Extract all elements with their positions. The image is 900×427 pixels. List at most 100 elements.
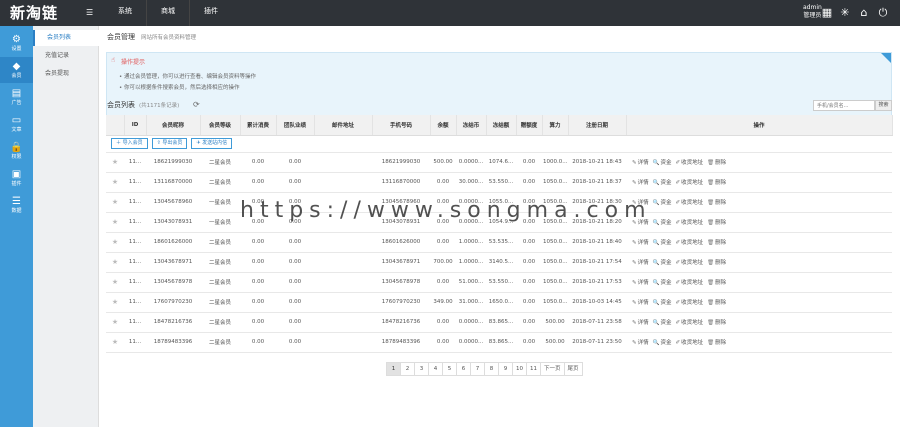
star-cell[interactable]: ★ (106, 312, 124, 333)
page-link[interactable]: 尾页 (563, 362, 583, 376)
row-action[interactable]: 🗑删除 (707, 258, 726, 266)
table-row[interactable]: ★ 11... 18478216736 二星会员 0.00 0.00 18478216736… (106, 312, 892, 333)
sidebar-item[interactable]: ▭ 文章 (0, 111, 33, 137)
sidebar-item[interactable]: ◆ 会员 (0, 57, 33, 83)
page-link[interactable]: 9 (498, 362, 513, 376)
star-cell[interactable]: ★ (106, 292, 124, 313)
table-row[interactable]: ★ 11... 17607970230 二星会员 0.00 0.00 17607970230… (106, 292, 892, 313)
row-action[interactable]: 🔍资金 (653, 198, 672, 206)
table-row[interactable]: ★ 11... 18789483396 二星会员 0.00 0.00 18789483396… (106, 332, 892, 353)
table-row[interactable]: ★ 11... 18601626000 二星会员 0.00 0.00 18601626000… (106, 232, 892, 253)
row-action[interactable]: 🔍资金 (653, 238, 672, 246)
sidebar-item[interactable]: 🔒 权限 (0, 138, 33, 164)
page-link[interactable]: 5 (442, 362, 457, 376)
star-cell[interactable]: ★ (106, 332, 124, 353)
search-input[interactable] (813, 100, 875, 111)
table-row[interactable]: ★ 11... 18621999030 二星会员 0.00 0.00 18621999030… (106, 152, 892, 173)
row-action[interactable]: 🔍资金 (653, 318, 672, 326)
row-action[interactable]: ✐收货地址 (676, 278, 704, 286)
row-action[interactable]: 🗑删除 (707, 158, 726, 166)
row-action[interactable]: ✎详情 (632, 158, 649, 166)
star-icon[interactable]: ★ (112, 318, 118, 326)
star-icon[interactable]: ★ (112, 218, 118, 226)
row-action[interactable]: 🗑删除 (707, 278, 726, 286)
page-link[interactable]: 1 (386, 362, 401, 376)
row-action[interactable]: 🔍资金 (653, 298, 672, 306)
row-action[interactable]: ✎详情 (632, 298, 649, 306)
toolbar-button[interactable]: ✈ 发送站内信 (191, 138, 233, 149)
star-icon[interactable]: ★ (112, 158, 118, 166)
row-action[interactable]: ✐收货地址 (676, 218, 704, 226)
star-cell[interactable]: ★ (106, 272, 124, 293)
sidebar-item[interactable]: ▣ 插件 (0, 165, 33, 191)
row-action[interactable]: ✎详情 (632, 178, 649, 186)
page-link[interactable]: 2 (400, 362, 415, 376)
row-action[interactable]: 🗑删除 (707, 198, 726, 206)
row-action[interactable]: ✐收货地址 (676, 318, 704, 326)
table-row[interactable]: ★ 11... 13045678978 二星会员 0.00 0.00 13045678978… (106, 272, 892, 293)
subnav-item[interactable]: 充值记录 (33, 48, 99, 64)
star-icon[interactable]: ★ (112, 298, 118, 306)
page-link[interactable]: 8 (484, 362, 499, 376)
star-cell[interactable]: ★ (106, 252, 124, 273)
subnav-item[interactable]: 会员提现 (33, 66, 99, 82)
sidebar-item[interactable]: ☰ 数据 (0, 192, 33, 218)
star-icon[interactable]: ★ (112, 338, 118, 346)
row-action[interactable]: ✐收货地址 (676, 178, 704, 186)
row-action[interactable]: 🔍资金 (653, 178, 672, 186)
star-cell[interactable]: ★ (106, 152, 124, 173)
row-action[interactable]: ✐收货地址 (676, 198, 704, 206)
table-row[interactable]: ★ 11... 13043678971 二星会员 0.00 0.00 13043678971… (106, 252, 892, 273)
row-action[interactable]: 🗑删除 (707, 178, 726, 186)
menu-toggle-icon[interactable]: ☰ (86, 9, 93, 17)
sidebar-item[interactable]: ⚙ 设置 (0, 30, 33, 56)
star-icon[interactable]: ★ (112, 278, 118, 286)
power-icon[interactable]: ⏻ (876, 6, 890, 20)
star-icon[interactable]: ★ (112, 238, 118, 246)
row-action[interactable]: ✐收货地址 (676, 238, 704, 246)
page-link[interactable]: 3 (414, 362, 429, 376)
star-cell[interactable]: ★ (106, 232, 124, 253)
toolbar-button[interactable]: ＋ 导入会员 (111, 138, 148, 149)
topnav-item[interactable]: 商城 (147, 0, 190, 26)
page-link[interactable]: 7 (470, 362, 485, 376)
settings-icon[interactable]: ✳ (838, 6, 852, 20)
row-action[interactable]: ✎详情 (632, 318, 649, 326)
row-action[interactable]: 🗑删除 (707, 238, 726, 246)
user-info[interactable]: admin 管理员 (803, 4, 822, 20)
home-icon[interactable]: ⌂ (857, 6, 871, 20)
star-icon[interactable]: ★ (112, 198, 118, 206)
refresh-icon[interactable]: ⟳ (193, 100, 200, 109)
star-cell[interactable]: ★ (106, 212, 124, 233)
qrcode-icon[interactable]: ▦ (820, 6, 834, 20)
page-link[interactable]: 4 (428, 362, 443, 376)
row-action[interactable]: ✐收货地址 (676, 298, 704, 306)
row-action[interactable]: 🗑删除 (707, 298, 726, 306)
row-action[interactable]: ✎详情 (632, 338, 649, 346)
page-link[interactable]: 10 (512, 362, 527, 376)
star-icon[interactable]: ★ (112, 258, 118, 266)
topnav-item[interactable]: 系统 (104, 0, 147, 26)
star-cell[interactable]: ★ (106, 172, 124, 193)
row-action[interactable]: ✐收货地址 (676, 258, 704, 266)
page-link[interactable]: 11 (526, 362, 541, 376)
page-link[interactable]: 6 (456, 362, 471, 376)
subnav-item[interactable]: 会员列表 (33, 30, 99, 46)
row-action[interactable]: 🔍资金 (653, 258, 672, 266)
row-action[interactable]: 🗑删除 (707, 338, 726, 346)
sidebar-item[interactable]: ▤ 广告 (0, 84, 33, 110)
search-button[interactable]: 搜索 (875, 100, 892, 111)
row-action[interactable]: 🔍资金 (653, 158, 672, 166)
star-icon[interactable]: ★ (112, 178, 118, 186)
row-action[interactable]: ✐收货地址 (676, 158, 704, 166)
row-action[interactable]: ✎详情 (632, 278, 649, 286)
table-row[interactable]: ★ 11... 13116870000 二星会员 0.00 0.00 13116870000… (106, 172, 892, 193)
topnav-item[interactable]: 插件 (190, 0, 232, 26)
row-action[interactable]: ✐收货地址 (676, 338, 704, 346)
page-link[interactable]: 下一页 (540, 362, 565, 376)
row-action[interactable]: 🗑删除 (707, 318, 726, 326)
row-action[interactable]: 🔍资金 (653, 218, 672, 226)
row-action[interactable]: ✎详情 (632, 258, 649, 266)
row-action[interactable]: 🔍资金 (653, 338, 672, 346)
row-action[interactable]: 🔍资金 (653, 278, 672, 286)
